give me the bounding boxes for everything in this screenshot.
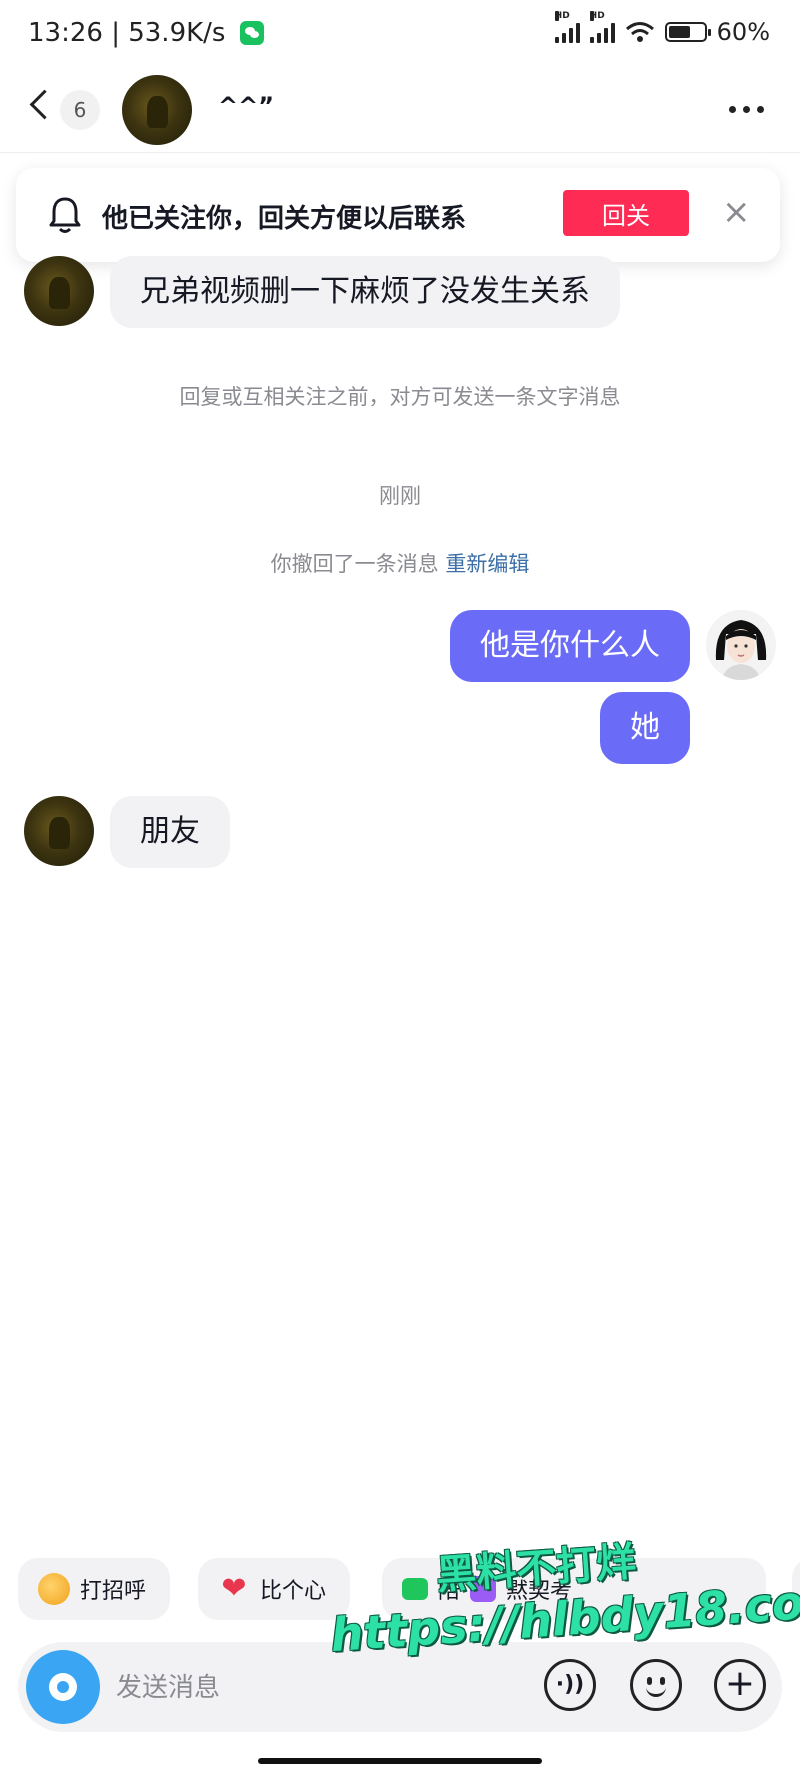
chip-label: 打招呼: [80, 1579, 147, 1604]
emoji-icon-mouth: [646, 1684, 666, 1697]
unread-count-badge[interactable]: 6: [60, 90, 100, 130]
contact-avatar[interactable]: [122, 75, 192, 145]
battery-percent: 60%: [716, 18, 770, 46]
my-avatar-illustration: [706, 610, 776, 680]
heart-icon: ❤: [221, 1571, 247, 1606]
contact-avatar[interactable]: [24, 796, 94, 866]
follow-back-banner: 他已关注你，回关方便以后联系 回关 ×: [16, 168, 780, 262]
recall-notice: 你撤回了一条消息 重新编辑: [0, 548, 800, 578]
message-input[interactable]: [114, 1662, 448, 1714]
back-chevron-icon[interactable]: [29, 89, 60, 120]
camera-button[interactable]: [26, 1650, 100, 1724]
emoji-button[interactable]: [630, 1659, 682, 1711]
bell-icon: [49, 197, 81, 233]
game-icon: [402, 1578, 428, 1600]
contact-name[interactable]: ^^”: [218, 92, 274, 120]
recall-text: 你撤回了一条消息: [270, 552, 439, 576]
contact-avatar[interactable]: [24, 256, 94, 326]
chip-label: 比个心: [260, 1579, 327, 1604]
system-notice: 回复或互相关注之前，对方可发送一条文字消息: [179, 385, 621, 409]
status-right: HD HD 60%: [554, 11, 770, 46]
signal-icon-2: HD: [589, 11, 615, 43]
message-bubble-incoming[interactable]: 朋友: [110, 796, 230, 868]
quick-reply-heart[interactable]: ❤ 比个心: [198, 1558, 351, 1620]
my-avatar[interactable]: [706, 610, 776, 680]
chat-header: 6 ^^”: [0, 70, 800, 153]
battery-icon: [664, 22, 711, 42]
more-dots-icon[interactable]: [729, 106, 764, 113]
re-edit-link[interactable]: 重新编辑: [445, 552, 529, 576]
quick-reply-greet[interactable]: 打招呼: [18, 1558, 171, 1620]
wechat-badge-icon: [239, 21, 264, 45]
signal-icon: HD: [554, 11, 580, 43]
status-bar: 13:26 | 53.9K/s HD HD 60%: [0, 0, 800, 70]
timestamp: 刚刚: [379, 484, 421, 508]
voice-icon: ·)): [555, 1672, 585, 1697]
banner-text: 他已关注你，回关方便以后联系: [102, 204, 467, 234]
home-indicator[interactable]: [258, 1758, 542, 1764]
message-bubble-incoming[interactable]: 兄弟视频删一下麻烦了没发生关系: [110, 256, 620, 328]
wifi-icon: [625, 22, 654, 42]
hd-label-2: HD: [589, 11, 605, 21]
message-bubble-outgoing[interactable]: 她: [600, 692, 690, 764]
plus-icon: +: [724, 1663, 756, 1704]
plus-button[interactable]: +: [714, 1659, 766, 1711]
close-icon[interactable]: ×: [722, 194, 751, 230]
camera-icon: [49, 1673, 77, 1701]
status-time-text: 13:26 | 53.9K/s: [28, 18, 226, 48]
follow-back-button[interactable]: 回关: [563, 190, 689, 236]
voice-button[interactable]: ·)): [544, 1659, 596, 1711]
hd-label: HD: [554, 11, 570, 21]
wave-emoji-icon: [38, 1573, 70, 1605]
message-bubble-outgoing[interactable]: 他是你什么人: [450, 610, 690, 682]
status-time: 13:26 | 53.9K/s: [28, 18, 264, 48]
